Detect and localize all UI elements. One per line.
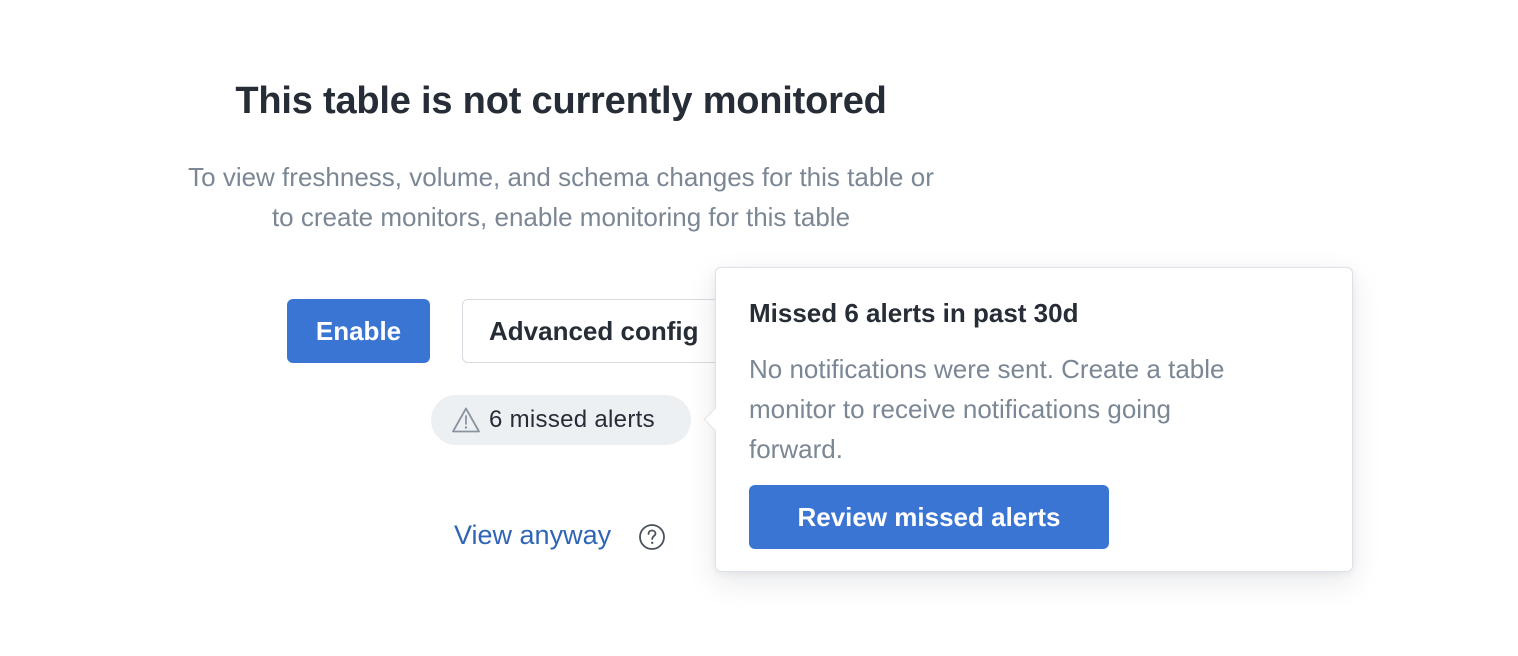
subtitle-line-1: To view freshness, volume, and schema ch… bbox=[188, 162, 934, 192]
popover-body-line-3: forward. bbox=[749, 434, 843, 464]
question-circle-icon[interactable] bbox=[638, 523, 666, 551]
popover-body-line-1: No notifications were sent. Create a tab… bbox=[749, 354, 1225, 384]
enable-button[interactable]: Enable bbox=[287, 299, 430, 363]
popover-body-line-2: monitor to receive notifications going bbox=[749, 394, 1172, 424]
review-missed-alerts-button[interactable]: Review missed alerts bbox=[749, 485, 1109, 549]
missed-alerts-label: 6 missed alerts bbox=[489, 406, 655, 433]
page-title: This table is not currently monitored bbox=[235, 80, 887, 122]
popover-title: Missed 6 alerts in past 30d bbox=[749, 298, 1079, 328]
page: This table is not currently monitored To… bbox=[0, 0, 1518, 656]
view-anyway-link[interactable]: View anyway bbox=[454, 520, 611, 551]
popover-body: No notifications were sent. Create a tab… bbox=[749, 349, 1309, 469]
popover-arrow bbox=[703, 407, 728, 432]
subtitle-line-2: to create monitors, enable monitoring fo… bbox=[271, 202, 851, 232]
warning-triangle-icon bbox=[451, 406, 481, 434]
page-subtitle: To view freshness, volume, and schema ch… bbox=[0, 157, 1122, 237]
missed-alerts-badge[interactable]: 6 missed alerts bbox=[431, 395, 691, 445]
missed-alerts-popover: Missed 6 alerts in past 30d No notificat… bbox=[703, 267, 1353, 572]
